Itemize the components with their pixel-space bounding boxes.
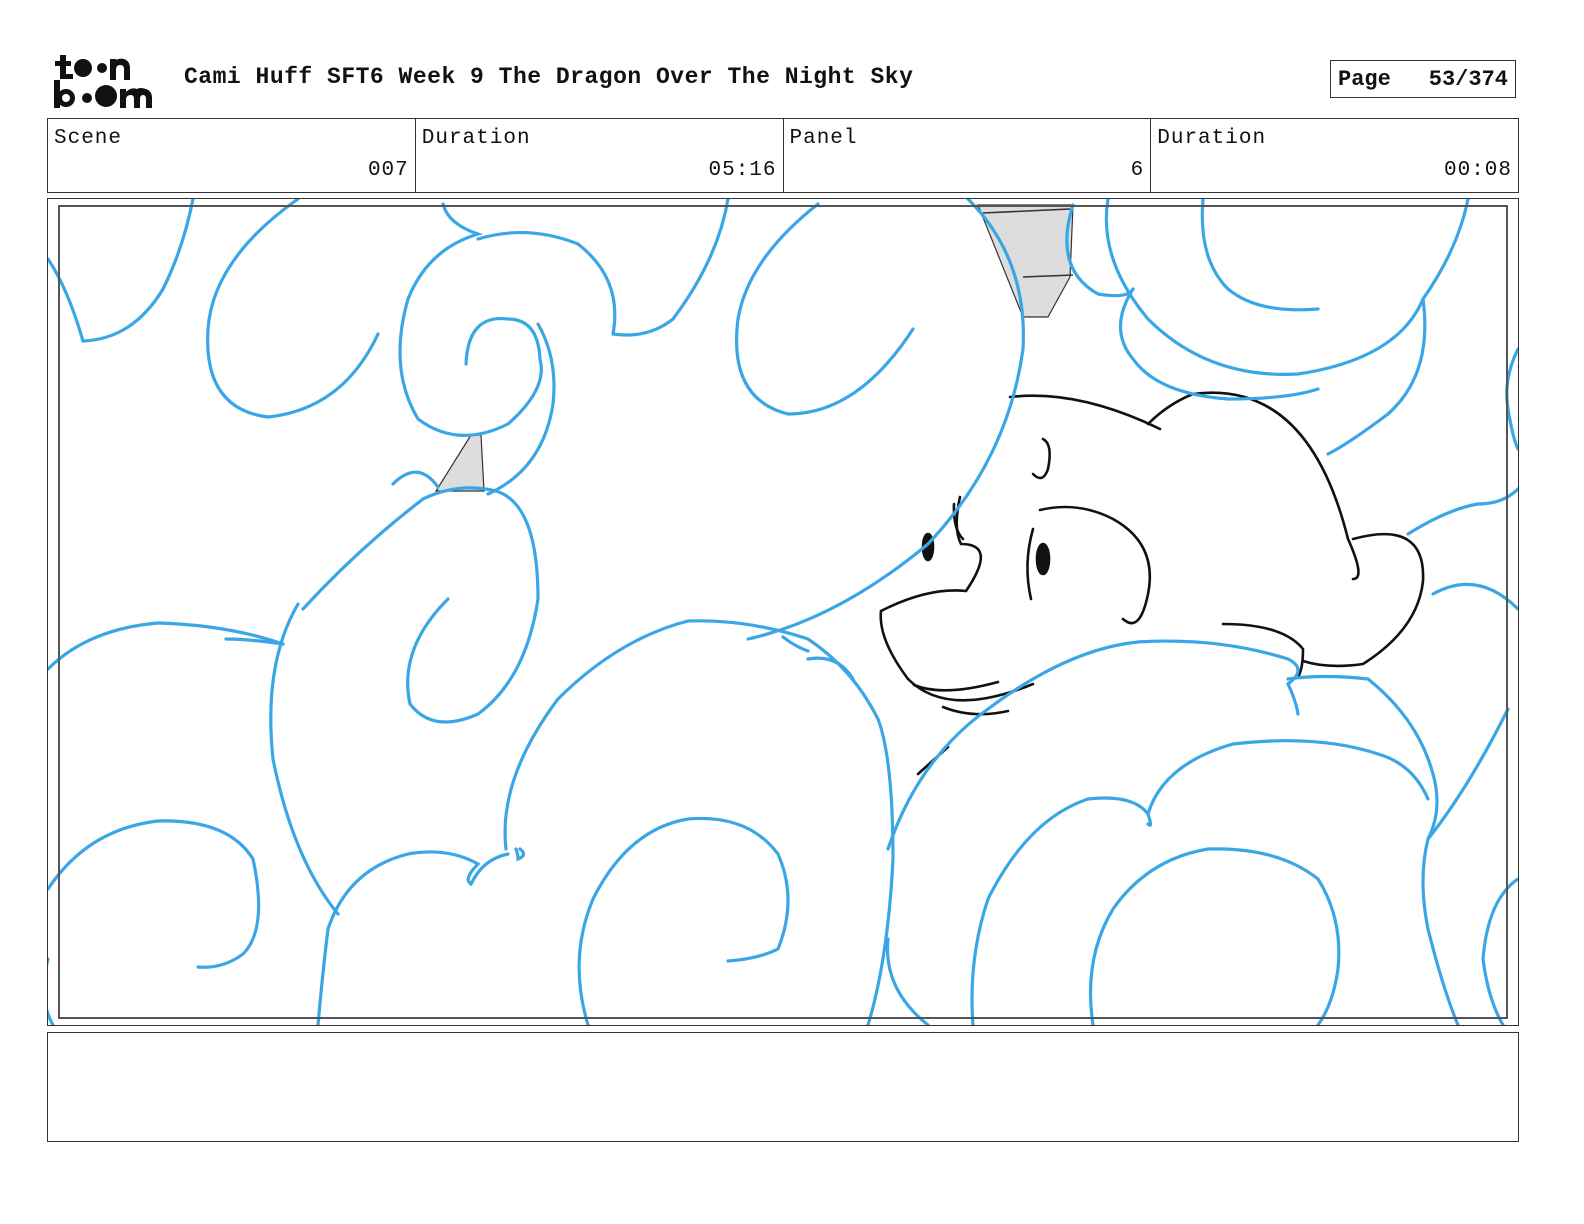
storyboard-panel [47, 198, 1519, 1026]
panel-notes [47, 1032, 1519, 1142]
panel-sketch [48, 199, 1518, 1025]
scene-value: 007 [367, 159, 409, 182]
scene-duration-label: Duration [421, 127, 531, 150]
panel-duration-label: Duration [1157, 127, 1267, 150]
panel-label: Panel [789, 127, 858, 150]
scene-cell: Scene 007 [48, 119, 416, 192]
page-value: 53/374 [1428, 66, 1508, 92]
scene-duration-value: 05:16 [708, 159, 777, 182]
toon-boom-logo [52, 52, 164, 110]
scene-duration-cell: Duration 05:16 [416, 119, 784, 192]
cloud-swirls [48, 199, 1518, 1025]
panel-duration-value: 00:08 [1443, 159, 1512, 182]
page-label: Page [1338, 66, 1391, 92]
scene-info-row: Scene 007 Duration 05:16 Panel 6 Duratio… [47, 118, 1519, 193]
scene-label: Scene [54, 127, 123, 150]
storyboard-title: Cami Huff SFT6 Week 9 The Dragon Over Th… [184, 64, 914, 90]
panel-value: 6 [1130, 159, 1145, 182]
page-indicator: Page 53/374 [1330, 60, 1516, 98]
panel-cell: Panel 6 [784, 119, 1152, 192]
character-sketch [879, 391, 1425, 776]
panel-duration-cell: Duration 00:08 [1151, 119, 1518, 192]
background-shade [434, 204, 1074, 492]
